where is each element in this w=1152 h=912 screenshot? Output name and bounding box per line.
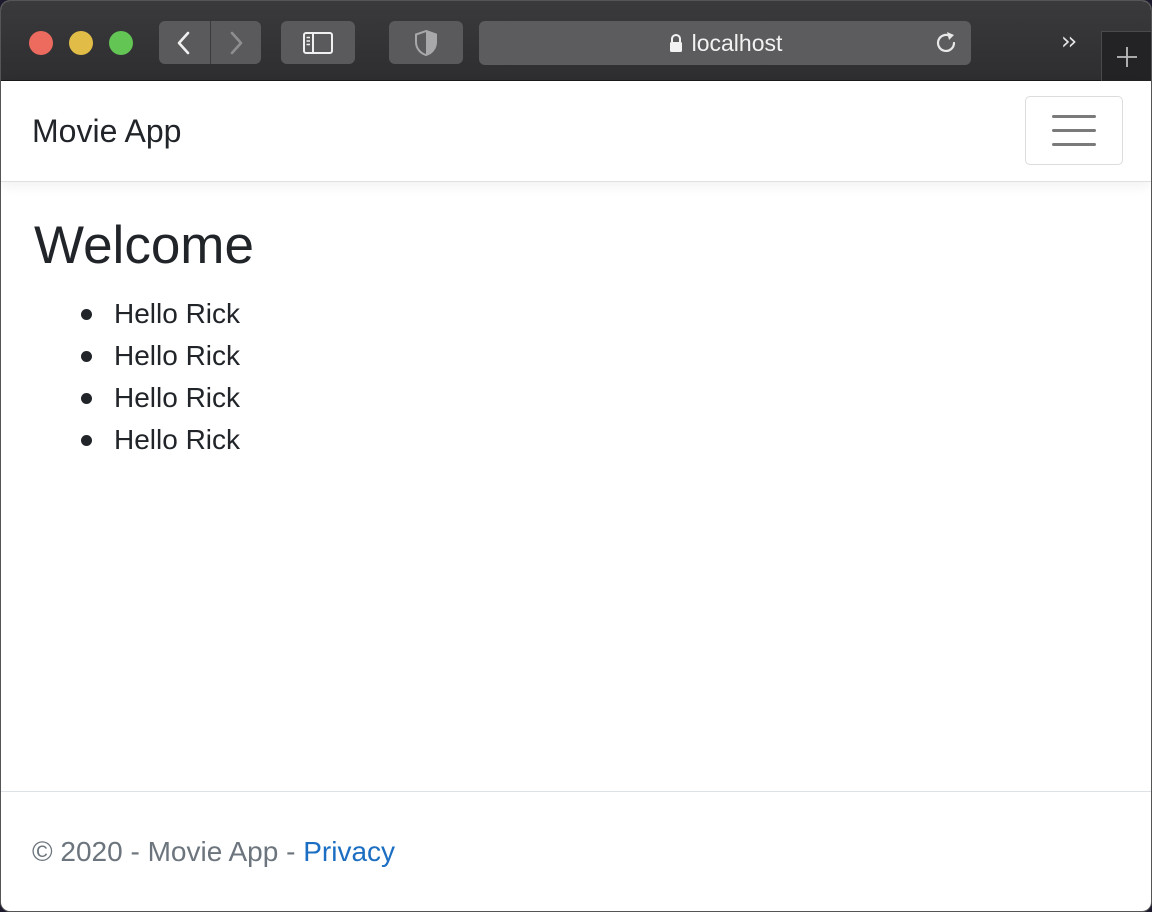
list-item-text: Hello Rick [114, 340, 241, 371]
list-item: Hello Rick [34, 419, 254, 461]
list-item: Hello Rick [34, 335, 254, 377]
bullet-icon [81, 351, 92, 362]
bullet-icon [81, 393, 92, 404]
address-bar[interactable]: localhost [479, 21, 971, 65]
site-footer: © 2020 - Movie App - Privacy [32, 836, 395, 868]
list-item-text: Hello Rick [114, 424, 241, 455]
list-item: Hello Rick [34, 293, 254, 335]
navbar-brand[interactable]: Movie App [32, 113, 181, 150]
browser-toolbar: localhost ›› [1, 1, 1151, 81]
bullet-icon [81, 435, 92, 446]
zoom-window-button[interactable] [109, 31, 133, 55]
sidebar-toggle-button[interactable] [281, 21, 355, 64]
chevron-right-icon [230, 31, 243, 54]
lock-icon [668, 33, 684, 53]
chevron-left-icon [177, 31, 190, 54]
more-toolbar-items-button[interactable]: ›› [1061, 27, 1077, 55]
sidebar-icon [303, 31, 333, 54]
site-navbar: Movie App [1, 81, 1151, 182]
privacy-report-button[interactable] [389, 21, 463, 64]
bullet-icon [81, 309, 92, 320]
reload-icon[interactable] [933, 30, 959, 61]
history-nav-group [159, 21, 261, 64]
back-button[interactable] [159, 21, 210, 64]
close-window-button[interactable] [29, 31, 53, 55]
footer-copyright: © 2020 - Movie App - [32, 836, 304, 867]
browser-window: localhost ›› Movie App Welcome Hello Ric… [0, 0, 1152, 912]
footer-divider [1, 791, 1151, 792]
list-item: Hello Rick [34, 377, 254, 419]
minimize-window-button[interactable] [69, 31, 93, 55]
address-text: localhost [691, 29, 783, 56]
privacy-link[interactable]: Privacy [303, 836, 395, 867]
main-content: Welcome Hello Rick Hello Rick Hello Rick… [34, 213, 254, 461]
navbar-toggle-button[interactable] [1025, 96, 1123, 165]
plus-icon [1117, 46, 1137, 67]
page-title: Welcome [34, 216, 254, 275]
new-tab-button[interactable] [1101, 31, 1151, 81]
shield-icon [415, 29, 437, 56]
list-item-text: Hello Rick [114, 298, 241, 329]
forward-button[interactable] [209, 21, 261, 64]
list-item-text: Hello Rick [114, 382, 241, 413]
greeting-list: Hello Rick Hello Rick Hello Rick Hello R… [34, 293, 254, 461]
